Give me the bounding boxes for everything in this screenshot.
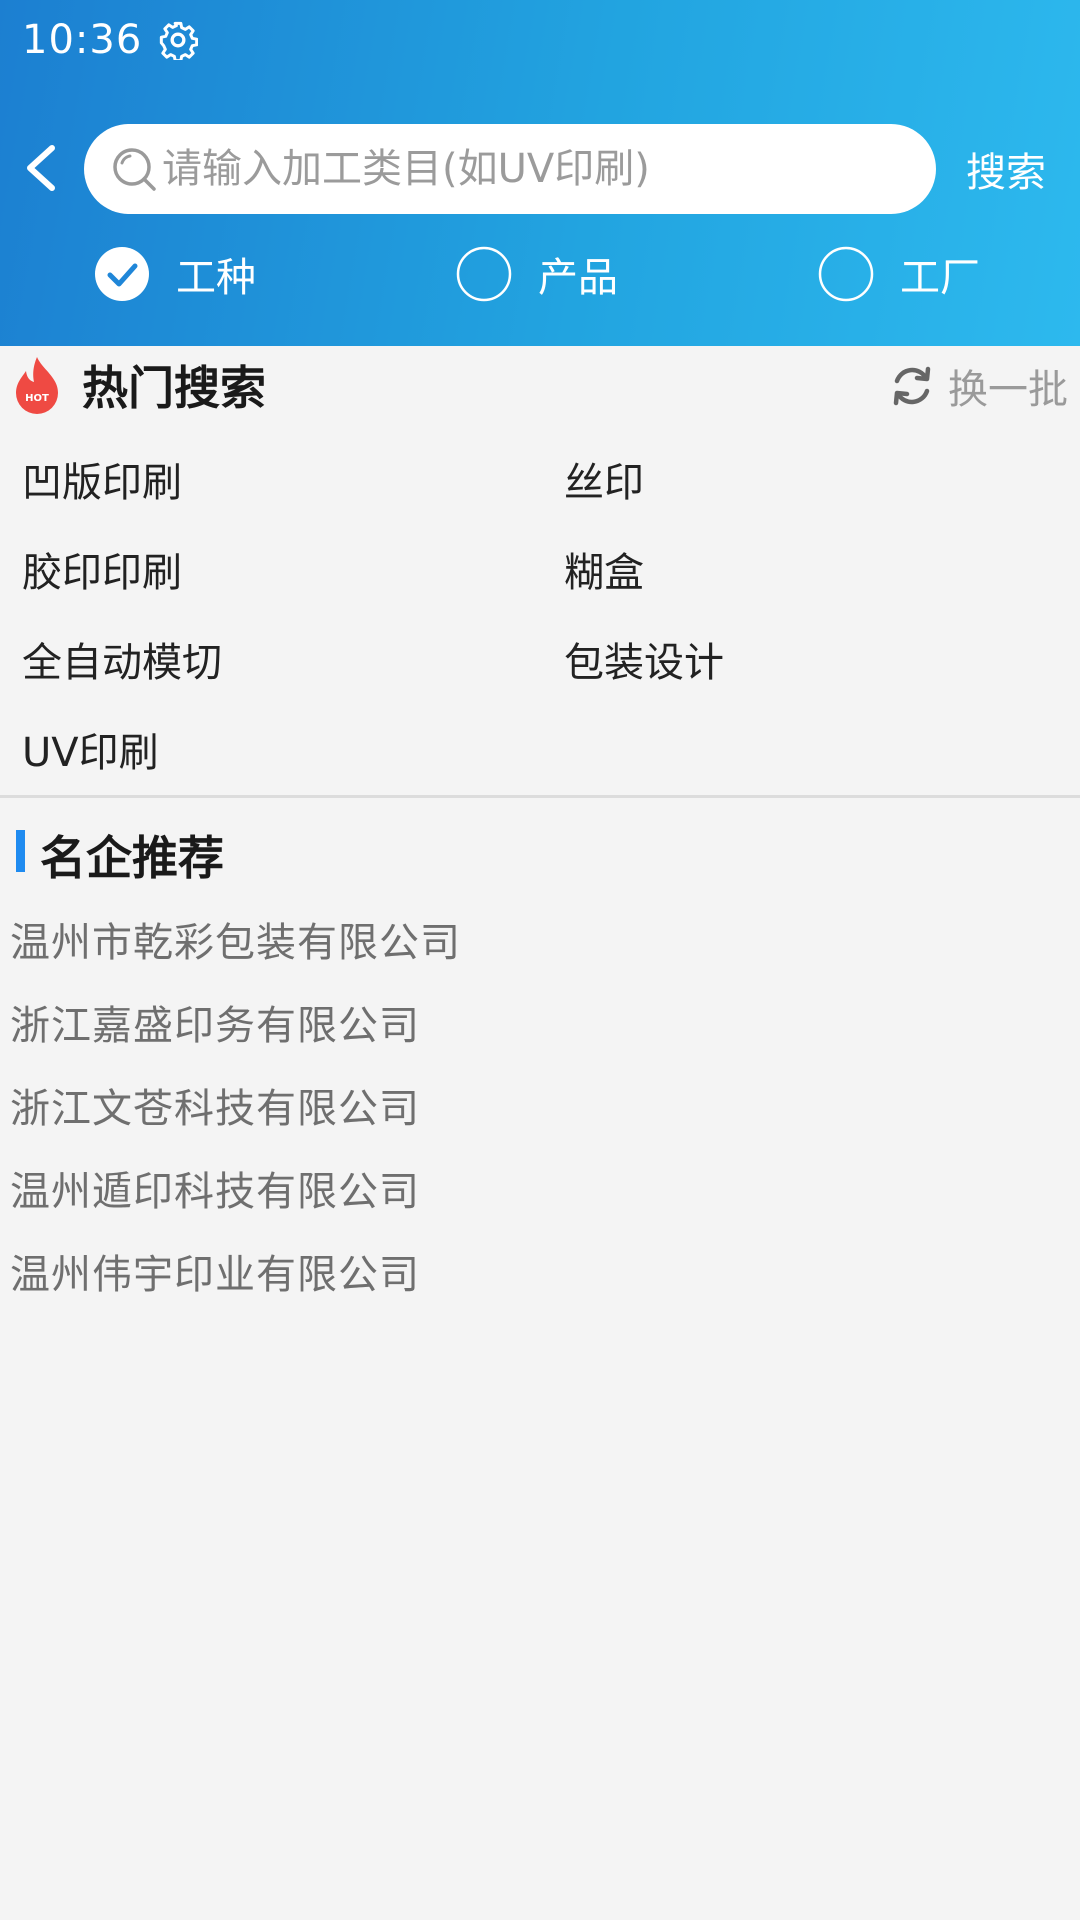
company-list-item[interactable]: 温州市乾彩包装有限公司 — [10, 910, 461, 968]
hot-search-item[interactable]: 糊盒 — [564, 540, 644, 598]
status-bar: 10:36 — [22, 10, 199, 70]
search-button[interactable]: 搜索 — [966, 140, 1046, 198]
company-list-item[interactable]: 温州遁印科技有限公司 — [10, 1159, 420, 1217]
company-list-item[interactable]: 温州伟宇印业有限公司 — [10, 1242, 420, 1300]
hot-flame-icon: HOT — [16, 357, 58, 414]
hot-search-item[interactable]: 凹版印刷 — [22, 450, 182, 508]
hot-search-item[interactable]: 包装设计 — [564, 630, 724, 688]
refresh-label: 换一批 — [948, 367, 1068, 413]
filter-radio-group: 工种 产品 工厂 — [0, 240, 1080, 308]
refresh-button[interactable]: 换一批 — [888, 358, 1068, 414]
refresh-icon — [893, 366, 931, 406]
radio-option-worktype[interactable]: 工种 — [94, 240, 256, 308]
hot-search-section: HOT 热门搜索 换一批 凹版印刷 丝印 胶印印刷 糊盒 全自动模切 包装设计 … — [0, 346, 1080, 796]
company-list-item[interactable]: 浙江文苍科技有限公司 — [10, 1076, 420, 1134]
chevron-left-icon[interactable] — [18, 140, 66, 196]
radio-option-factory[interactable]: 工厂 — [818, 240, 980, 308]
unchecked-circle-icon — [456, 246, 512, 302]
status-time: 10:36 — [22, 17, 143, 63]
hot-search-item[interactable]: 丝印 — [564, 450, 644, 508]
radio-label-factory: 工厂 — [900, 255, 980, 301]
recommend-title: 名企推荐 — [40, 831, 224, 885]
hot-search-item[interactable]: 全自动模切 — [22, 630, 222, 688]
checked-circle-icon — [95, 247, 149, 301]
hot-search-item[interactable]: 胶印印刷 — [22, 540, 182, 598]
hot-search-header: HOT 热门搜索 — [12, 352, 266, 418]
hot-badge-text: HOT — [25, 393, 49, 404]
header: 10:36 搜索 工种 产品 — [0, 0, 1080, 346]
search-icon — [113, 148, 156, 191]
gear-icon — [160, 21, 199, 60]
company-list-item[interactable]: 浙江嘉盛印务有限公司 — [10, 993, 420, 1051]
hot-search-title: 热门搜索 — [82, 361, 266, 415]
radio-option-product[interactable]: 产品 — [456, 240, 618, 308]
section-divider — [0, 795, 1080, 798]
radio-label-product: 产品 — [538, 255, 618, 301]
section-accent-bar — [16, 830, 25, 872]
radio-label-worktype: 工种 — [176, 255, 256, 301]
hot-search-item[interactable]: UV印刷 — [22, 720, 159, 778]
search-bar[interactable] — [84, 124, 936, 214]
unchecked-circle-icon — [818, 246, 874, 302]
search-input[interactable] — [162, 146, 902, 192]
